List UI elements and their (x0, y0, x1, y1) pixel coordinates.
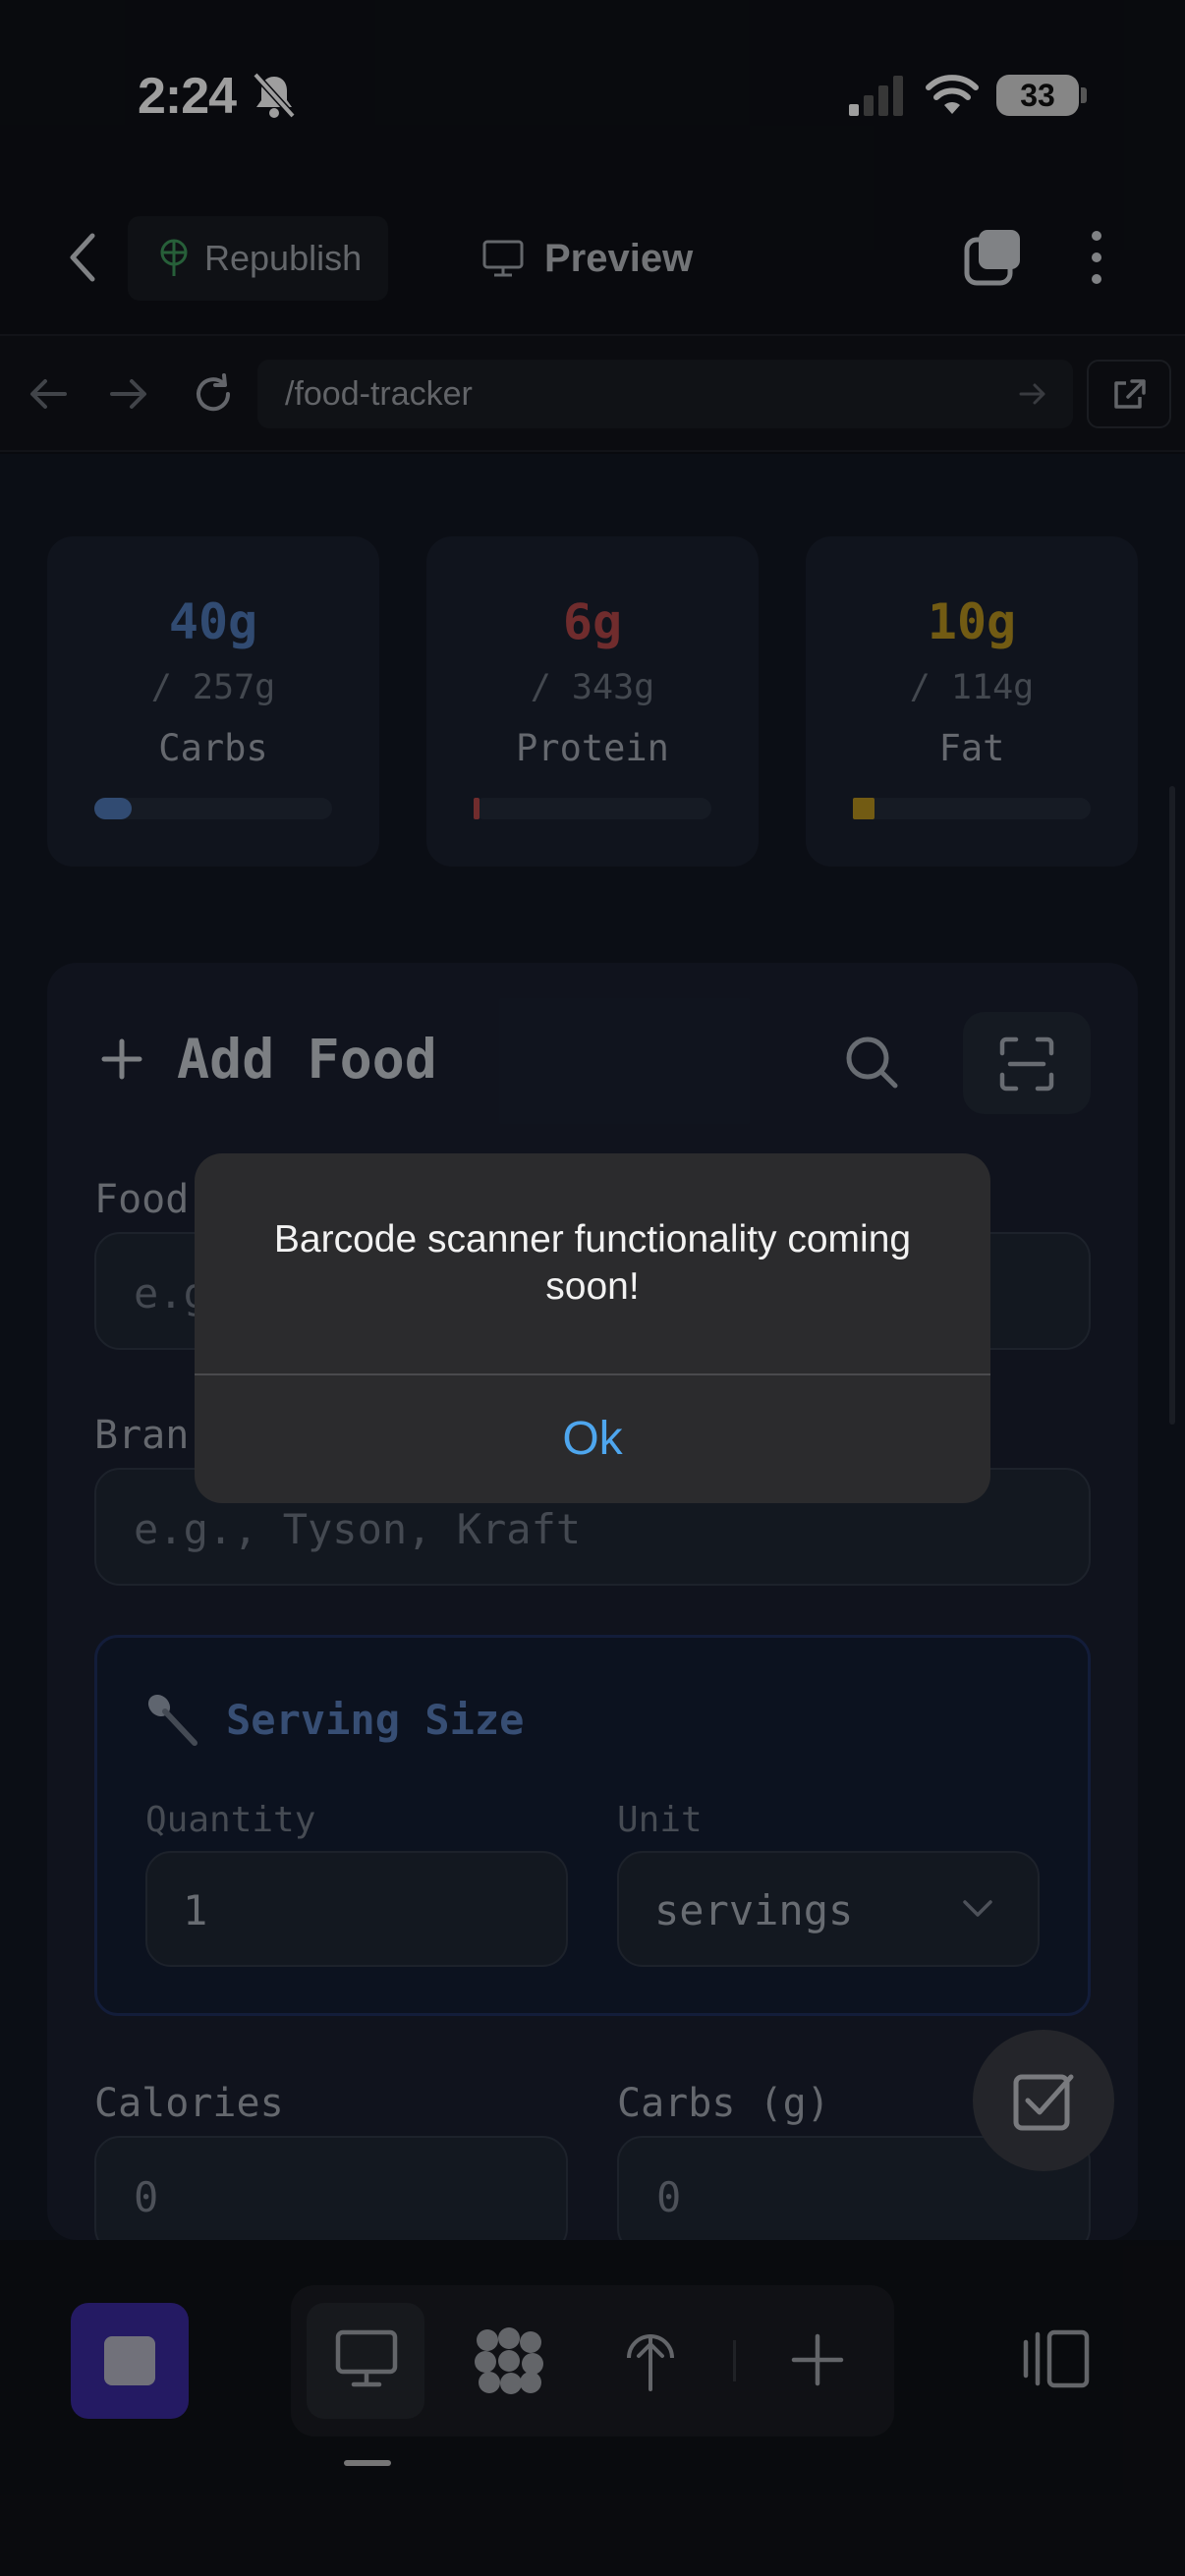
alert-message: Barcode scanner functionality coming soo… (273, 1218, 912, 1308)
alert-dialog: Barcode scanner functionality coming soo… (195, 1153, 990, 1503)
alert-ok-button[interactable]: Ok (195, 1375, 990, 1503)
